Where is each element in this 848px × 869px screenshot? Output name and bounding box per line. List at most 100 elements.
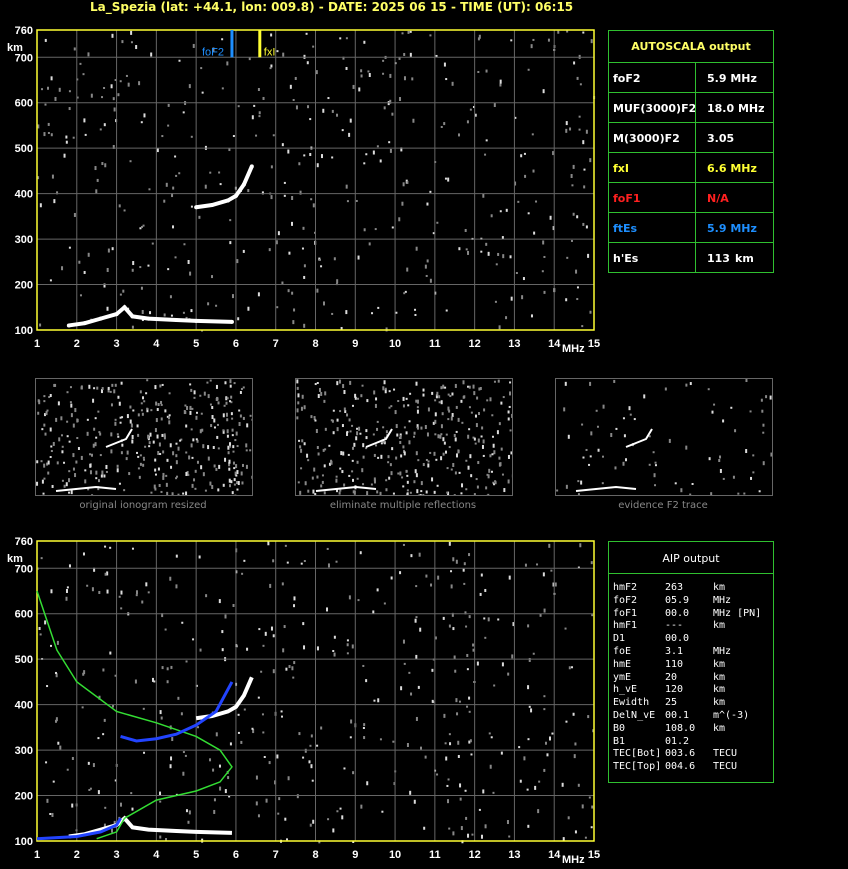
plot2-noise-dot: [454, 669, 457, 673]
thumb-noise-dot: [496, 430, 499, 435]
thumb-noise-dot: [454, 437, 457, 442]
thumb-noise-dot: [105, 464, 108, 469]
thumb-noise-dot: [159, 452, 162, 455]
thumb-noise-dot: [468, 428, 471, 431]
plot2-noise-dot: [450, 570, 453, 573]
thumb-noise-dot: [597, 448, 600, 452]
thumb-noise-dot: [335, 478, 338, 483]
thumb-noise-dot: [89, 453, 92, 456]
plot2-noise-dot: [419, 746, 422, 750]
thumb-noise-dot: [489, 397, 492, 402]
plot2-noise-dot: [182, 771, 185, 776]
thumb-noise-dot: [63, 484, 66, 488]
plot2-noise-dot: [131, 547, 134, 550]
plot2-noise-dot: [182, 751, 185, 754]
plot2-noise-dot: [134, 679, 137, 684]
thumb-noise-dot: [189, 410, 192, 415]
thumb-noise-dot: [50, 449, 53, 452]
plot2-xlabel: MHz: [562, 854, 585, 866]
thumb-noise-dot: [394, 410, 397, 415]
plot2-noise-dot: [221, 630, 224, 634]
thumb-noise-dot: [406, 489, 409, 492]
plot2-noise-dot: [288, 665, 291, 669]
plot2-noise-dot: [409, 790, 412, 795]
thumb-noise-dot: [105, 470, 108, 473]
plot2-noise-dot: [448, 624, 451, 628]
thumb-noise-dot: [222, 429, 225, 432]
aip-value: 01.2: [665, 735, 690, 747]
plot2-noise-dot: [402, 543, 405, 546]
plot2-noise-dot: [468, 696, 471, 700]
plot2-noise-dot: [507, 672, 510, 676]
thumb-noise-dot: [68, 440, 71, 443]
thumb-noise-dot: [142, 456, 145, 459]
thumb-noise-dot: [144, 445, 147, 448]
plot2-noise-dot: [169, 576, 172, 581]
plot2-noise-dot: [447, 778, 450, 781]
thumb-noise-dot: [351, 459, 354, 462]
plot2-noise-dot: [554, 582, 557, 587]
plot2-noise-dot: [492, 791, 495, 794]
thumb-noise-dot: [301, 394, 304, 399]
plot2-noise-dot: [465, 816, 468, 820]
plot2-noise-dot: [151, 677, 154, 682]
thumb-noise-dot: [356, 427, 359, 430]
plot2-noise-dot: [489, 764, 492, 769]
thumb-noise-dot: [375, 444, 378, 447]
plot2-noise-dot: [351, 644, 354, 649]
thumb-noise-dot: [384, 387, 387, 390]
thumb-noise-dot: [66, 435, 69, 438]
thumb-noise-dot: [390, 471, 393, 476]
plot2-noise-dot: [458, 700, 461, 703]
thumb-noise-dot: [301, 439, 304, 443]
thumb-noise-dot: [185, 491, 188, 495]
plot2-noise-dot: [527, 624, 530, 628]
plot2-noise-dot: [590, 826, 593, 829]
thumb-noise-dot: [47, 471, 50, 475]
thumb-noise-dot: [298, 439, 301, 442]
plot2-noise-dot: [408, 671, 411, 674]
thumb-noise-dot: [343, 483, 346, 487]
thumb-noise-dot: [117, 395, 120, 399]
plot2-xtick: 9: [352, 849, 358, 861]
thumb-noise-dot: [94, 442, 97, 447]
aip-key: ymE: [613, 671, 632, 683]
thumb-noise-dot: [481, 444, 484, 449]
thumb-noise-dot: [477, 461, 480, 465]
thumb-noise-dot: [323, 399, 326, 403]
plot2-noise-dot: [98, 590, 101, 594]
thumb-noise-dot: [622, 417, 625, 420]
thumb-noise-dot: [143, 400, 146, 403]
thumb-noise-dot: [556, 489, 559, 492]
plot2-noise-dot: [164, 628, 167, 631]
thumb-noise-dot: [110, 403, 113, 407]
plot2-noise-dot: [205, 594, 208, 598]
plot2-noise-dot: [65, 588, 68, 593]
aip-value: 110: [665, 658, 684, 670]
thumb-noise-dot: [147, 434, 150, 439]
autoscala-divider: [695, 243, 696, 273]
thumb-noise-dot: [389, 463, 392, 467]
thumb-noise-dot: [44, 432, 47, 436]
thumb-noise-dot: [387, 461, 390, 464]
thumb-noise-dot: [121, 416, 124, 419]
plot2-noise-dot: [106, 589, 109, 594]
plot2-noise-dot: [303, 560, 306, 563]
thumb-noise-dot: [447, 418, 450, 421]
plot2-noise-dot: [466, 705, 469, 708]
thumb-noise-dot: [189, 407, 192, 410]
plot2-noise-dot: [518, 746, 521, 749]
thumb-noise-dot: [362, 455, 365, 459]
plot2-xtick: 10: [389, 849, 401, 861]
plot2-noise-dot: [302, 622, 305, 626]
thumb-noise-dot: [510, 451, 512, 455]
thumb-noise-dot: [148, 445, 151, 448]
thumb-noise-dot: [398, 436, 401, 439]
plot2-noise-dot: [280, 715, 283, 718]
thumb-noise-dot: [770, 452, 772, 457]
thumb-noise-dot: [241, 463, 244, 467]
thumb-noise-dot: [145, 392, 148, 395]
thumb-noise-dot: [433, 490, 436, 494]
autoscala-row-hes: h'Es 113 km: [609, 242, 773, 273]
thumb-noise-dot: [467, 385, 470, 388]
